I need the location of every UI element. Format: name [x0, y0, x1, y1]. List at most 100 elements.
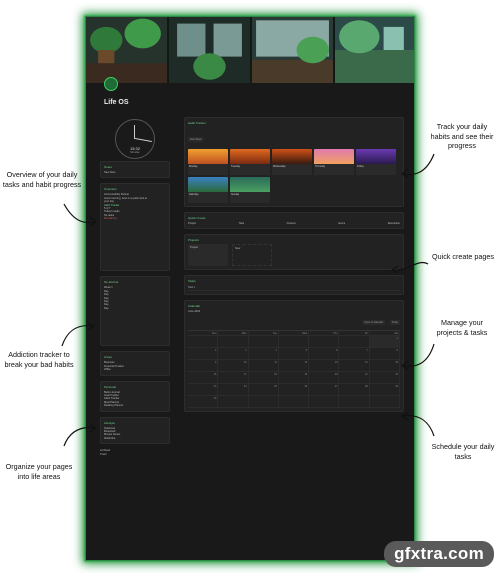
calendar-card: Calendar June 2024 Open in Calendar Toda…	[184, 300, 404, 413]
calendar-day-cell[interactable]: 23	[188, 384, 219, 397]
pixel-art-banner	[86, 17, 414, 83]
calendar-day-cell[interactable]: 8	[369, 348, 400, 361]
calendar-day-cell[interactable]: 21	[339, 372, 370, 385]
calendar-day-cell[interactable]	[339, 336, 370, 349]
create-project-button[interactable]: Project	[188, 222, 196, 225]
calendar-day-cell[interactable]	[218, 396, 249, 409]
calendar-day-cell[interactable]: 28	[339, 384, 370, 397]
overview-card: Overview Accountability Partner Good mor…	[100, 183, 170, 272]
calendar-day-cell[interactable]	[248, 336, 279, 349]
personal-item[interactable]: Reading Planner	[104, 404, 166, 407]
calendar-day-cell[interactable]	[218, 336, 249, 349]
arrow-icon	[63, 203, 97, 227]
calendar-day-cell[interactable]: 4	[248, 348, 279, 361]
create-resolution-button[interactable]: Resolution	[388, 222, 400, 225]
calendar-day-cell[interactable]: 1	[369, 336, 400, 349]
calendar-day-cell[interactable]: 26	[278, 384, 310, 397]
areas-card: Areas Business Financial Tracker Office	[100, 351, 170, 376]
annotation-overview: Overview of your daily tasks and habit p…	[2, 170, 82, 189]
habit-day-card[interactable]: Thursday	[314, 149, 354, 175]
addiction-day[interactable]: Day	[104, 307, 166, 310]
habit-day-card[interactable]: Tuesday	[230, 149, 270, 175]
calendar-day-cell[interactable]: 5	[278, 348, 310, 361]
overview-title: Overview	[104, 187, 117, 192]
calendar-day-cell[interactable]	[369, 396, 400, 409]
watermark: gfxtra.com	[384, 541, 494, 567]
habit-day-card[interactable]: Monday	[188, 149, 228, 175]
calendar-day-cell[interactable]: 18	[248, 372, 279, 385]
calendar-day-cell[interactable]	[248, 396, 279, 409]
create-task-button[interactable]: Task	[239, 222, 244, 225]
calendar-day-cell[interactable]	[309, 336, 340, 349]
arrow-icon	[61, 322, 95, 347]
habit-tracker-card: Habit Tracker New Week Monday Tuesday We…	[184, 117, 404, 207]
calendar-day-cell[interactable]: 12	[278, 360, 310, 373]
calendar-day-cell[interactable]: 10	[218, 360, 249, 373]
calendar-day-cell[interactable]	[188, 336, 219, 349]
calendar-day-cell[interactable]: 15	[369, 360, 400, 373]
lifestyle-title: Lifestyle	[104, 420, 116, 425]
new-week-button[interactable]: New Week	[188, 137, 204, 142]
task-row[interactable]: Task 1	[188, 285, 400, 292]
annotation-habits: Track your daily habits and see their pr…	[430, 122, 494, 150]
banner-panel-2	[169, 17, 250, 83]
calendar-day-cell[interactable]	[278, 396, 310, 409]
create-event-button[interactable]: Event	[338, 222, 345, 225]
lifestyle-card: Lifestyle Notebook Bookshelf Movies Seri…	[100, 416, 170, 445]
calendar-day-cell[interactable]: 11	[248, 360, 279, 373]
arrow-icon	[63, 424, 97, 447]
project-card[interactable]: Project	[188, 244, 228, 267]
habit-day-card[interactable]: Saturday	[188, 177, 228, 203]
calendar-day-cell[interactable]: 27	[309, 384, 340, 397]
create-finance-button[interactable]: Finance	[287, 222, 296, 225]
calendar-day-cell[interactable]: 7	[339, 348, 370, 361]
habit-day-card[interactable]: Friday	[356, 149, 396, 175]
trash-link[interactable]: Trash	[100, 453, 170, 456]
calendar-day-cell[interactable]: 14	[339, 360, 370, 373]
calendar-day-cell[interactable]: 20	[309, 372, 340, 385]
tasks-title: Tasks	[188, 279, 196, 284]
calendar-month: June 2024	[188, 310, 201, 314]
calendar-day-cell[interactable]: 16	[188, 372, 219, 385]
projects-card: Projects Project New	[184, 234, 404, 271]
annotation-quick-create: Quick create pages	[432, 252, 494, 261]
calendar-day-cell[interactable]: 30	[188, 396, 219, 409]
calendar-day-cell[interactable]: 17	[218, 372, 249, 385]
calendar-day-cell[interactable]: 19	[278, 372, 310, 385]
notes-title: Notes	[104, 165, 112, 169]
calendar-day-cell[interactable]: 29	[369, 384, 400, 397]
arrow-icon	[401, 412, 435, 437]
annotation-projects: Manage your projects & tasks	[436, 318, 488, 337]
today-button[interactable]: Today	[389, 320, 400, 326]
calendar-day-cell[interactable]: 3	[218, 348, 249, 361]
habit-gallery: Monday Tuesday Wednesday Thursday Friday…	[188, 149, 400, 203]
calendar-day-cell[interactable]	[278, 336, 310, 349]
page-title: Life OS	[104, 99, 129, 106]
area-item[interactable]: Office	[104, 368, 166, 371]
new-note-link[interactable]: New Note	[104, 171, 166, 174]
areas-title: Areas	[104, 355, 112, 360]
annotation-addiction: Addiction tracker to break your bad habi…	[4, 350, 74, 369]
calendar-day-cell[interactable]: 2	[188, 348, 219, 361]
clock-day: Monday	[130, 151, 140, 154]
hour-hand	[134, 125, 135, 139]
calendar-day-cell[interactable]: 9	[188, 360, 219, 373]
calendar-day-cell[interactable]: 13	[309, 360, 340, 373]
calendar-day-cell[interactable]: 6	[309, 348, 340, 361]
lifestyle-item[interactable]: Wardrobe	[104, 437, 166, 440]
new-project-card[interactable]: New	[232, 244, 272, 267]
open-calendar-button[interactable]: Open in Calendar	[362, 320, 386, 326]
banner-panel-3	[252, 17, 333, 83]
banner-panel-4	[335, 17, 414, 83]
calendar-day-cell[interactable]	[339, 396, 370, 409]
calendar-title: Calendar	[188, 304, 201, 309]
page-icon	[104, 77, 118, 91]
habit-day-card[interactable]: Sunday	[230, 177, 270, 203]
habit-day-card[interactable]: Wednesday	[272, 149, 312, 175]
calendar-day-cell[interactable]: 22	[369, 372, 400, 385]
tasks-card: Tasks Task 1	[184, 275, 404, 296]
calendar-day-cell[interactable]	[309, 396, 340, 409]
calendar-day-cell[interactable]: 25	[248, 384, 279, 397]
calendar-day-cell[interactable]: 24	[218, 384, 249, 397]
annotation-calendar: Schedule your daily tasks	[431, 442, 495, 461]
